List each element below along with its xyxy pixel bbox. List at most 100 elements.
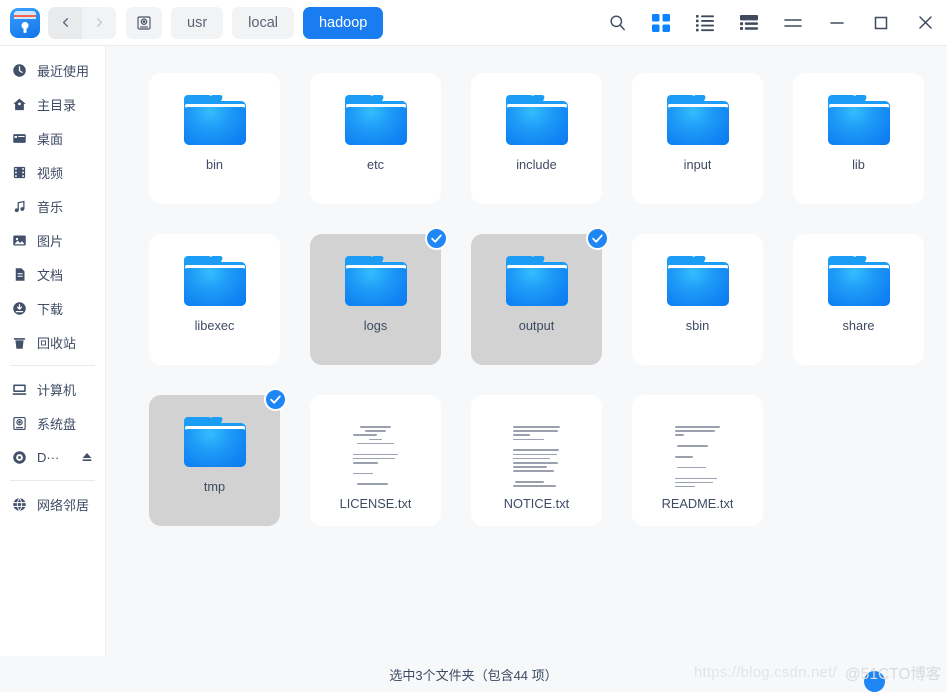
- trash-icon: [11, 334, 28, 351]
- sidebar-item-downloads[interactable]: 下载: [0, 291, 105, 325]
- maximize-button[interactable]: [859, 3, 903, 43]
- search-icon: [609, 15, 625, 31]
- selection-status: 选中3个文件夹（包含44 项）: [389, 667, 558, 683]
- sidebar-label: 计算机: [37, 382, 77, 398]
- sidebar-item-network[interactable]: 网络邻居: [0, 487, 105, 521]
- breadcrumb-hadoop[interactable]: hadoop: [302, 6, 384, 39]
- file-grid-cell: output: [456, 219, 617, 380]
- folder-item[interactable]: sbin: [632, 234, 763, 365]
- video-icon: [11, 164, 28, 181]
- file-grid-cell: share: [778, 219, 939, 380]
- file-grid-cell: bin: [134, 58, 295, 219]
- file-grid-cell: lib: [778, 58, 939, 219]
- file-grid-cell: tmp: [134, 380, 295, 541]
- sidebar-item-videos[interactable]: 视频: [0, 155, 105, 189]
- sidebar-item-system-disk[interactable]: 系统盘: [0, 406, 105, 440]
- list-view-button[interactable]: [683, 3, 727, 43]
- sidebar-item-desktop[interactable]: 桌面: [0, 121, 105, 155]
- home-icon: [11, 96, 28, 113]
- minimize-icon: [830, 21, 844, 24]
- sidebar-item-home[interactable]: 主目录: [0, 87, 105, 121]
- sidebar-label: 桌面: [37, 131, 64, 147]
- sidebar-label: D···: [37, 449, 60, 465]
- sidebar-item-music[interactable]: 音乐: [0, 189, 105, 223]
- file-grid-cell: include: [456, 58, 617, 219]
- file-label: bin: [205, 157, 224, 172]
- folder-icon: [183, 417, 246, 467]
- file-label: include: [516, 157, 557, 172]
- file-item[interactable]: README.txt: [632, 395, 763, 526]
- sidebar-label: 视频: [37, 165, 64, 181]
- file-label: share: [842, 318, 875, 333]
- file-manager-icon: [10, 7, 40, 38]
- forward-button[interactable]: [82, 6, 116, 39]
- file-item[interactable]: LICENSE.txt: [310, 395, 441, 526]
- close-button[interactable]: [903, 3, 947, 43]
- breadcrumb-local[interactable]: local: [232, 6, 294, 39]
- sidebar-item-computer[interactable]: 计算机: [0, 372, 105, 406]
- minimize-button[interactable]: [815, 3, 859, 43]
- folder-item[interactable]: tmp: [149, 388, 287, 526]
- folder-item[interactable]: share: [793, 234, 924, 365]
- search-button[interactable]: [595, 3, 639, 43]
- folder-item[interactable]: output: [471, 227, 609, 365]
- menu-button[interactable]: [771, 3, 815, 43]
- breadcrumb-usr[interactable]: usr: [171, 6, 224, 39]
- folder-icon: [183, 95, 246, 145]
- sidebar-item-documents[interactable]: 文档: [0, 257, 105, 291]
- file-label: output: [518, 318, 555, 333]
- file-grid-cell: etc: [295, 58, 456, 219]
- sidebar-item-pictures[interactable]: 图片: [0, 223, 105, 257]
- file-grid-cell: sbin: [617, 219, 778, 380]
- folder-item[interactable]: lib: [793, 73, 924, 204]
- folder-icon: [666, 95, 729, 145]
- desktop-icon: [11, 130, 28, 147]
- file-item[interactable]: NOTICE.txt: [471, 395, 602, 526]
- folder-item[interactable]: etc: [310, 73, 441, 204]
- back-button[interactable]: [48, 6, 82, 39]
- sidebar-label: 音乐: [37, 199, 64, 215]
- optical-disc-icon: [11, 449, 28, 466]
- folder-icon: [183, 256, 246, 306]
- disk-icon: [11, 415, 28, 432]
- file-label: LICENSE.txt: [339, 496, 412, 511]
- text-file-icon: [342, 417, 409, 489]
- sidebar-label: 网络邻居: [37, 497, 90, 513]
- sidebar-label: 图片: [37, 233, 64, 249]
- file-grid-cell: libexec: [134, 219, 295, 380]
- clock-icon: [11, 62, 28, 79]
- file-grid-cell: NOTICE.txt: [456, 380, 617, 541]
- sidebar-label: 最近使用: [37, 63, 90, 79]
- chevron-left-icon: [62, 18, 68, 27]
- text-file-icon: [503, 417, 570, 489]
- file-manager-window: usr local hadoop 最近使用 主目录 桌面 视频 音乐 图片 文档…: [0, 0, 947, 692]
- network-icon: [11, 496, 28, 513]
- folder-item[interactable]: logs: [310, 227, 448, 365]
- chevron-right-icon: [96, 18, 102, 27]
- file-grid-area[interactable]: bin etc include input lib libexec logs output sb…: [106, 46, 947, 656]
- detail-view-icon: [740, 14, 758, 30]
- sidebar-item-trash[interactable]: 回收站: [0, 325, 105, 359]
- folder-icon: [505, 256, 568, 306]
- folder-item[interactable]: include: [471, 73, 602, 204]
- folder-item[interactable]: libexec: [149, 234, 280, 365]
- grid-view-icon: [652, 13, 670, 32]
- eject-icon[interactable]: [81, 451, 93, 463]
- window-body: 最近使用 主目录 桌面 视频 音乐 图片 文档 下载 回收站 计算机 系统盘 D…: [0, 45, 947, 656]
- sidebar-label: 主目录: [37, 97, 77, 113]
- icon-view-button[interactable]: [639, 3, 683, 43]
- folder-item[interactable]: bin: [149, 73, 280, 204]
- detail-view-button[interactable]: [727, 3, 771, 43]
- folder-item[interactable]: input: [632, 73, 763, 204]
- breadcrumb-root[interactable]: [126, 6, 162, 39]
- document-icon: [11, 266, 28, 283]
- file-grid-cell: logs: [295, 219, 456, 380]
- text-file-icon: [664, 417, 731, 489]
- file-label: libexec: [194, 318, 235, 333]
- sidebar-item-dvd-drive[interactable]: D···: [0, 440, 105, 474]
- folder-icon: [827, 95, 890, 145]
- download-icon: [11, 300, 28, 317]
- status-bar: 选中3个文件夹（包含44 项）: [0, 656, 947, 692]
- disk-icon: [137, 15, 151, 30]
- sidebar-item-recent[interactable]: 最近使用: [0, 53, 105, 87]
